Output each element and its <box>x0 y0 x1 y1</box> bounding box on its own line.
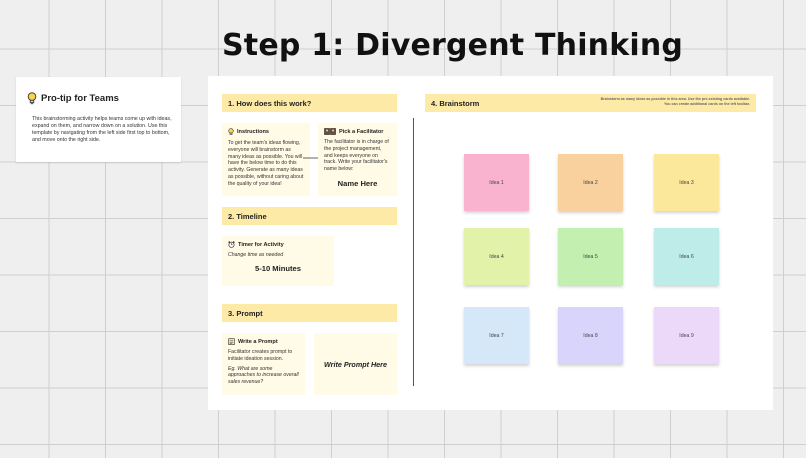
sticky-note-label: Idea 6 <box>679 253 694 260</box>
sticky-note-label: Idea 4 <box>489 253 504 260</box>
timer-card[interactable]: Timer for Activity Change time as needed… <box>222 236 334 286</box>
facilitator-card[interactable]: Pick a Facilitator The facilitator is in… <box>318 123 397 196</box>
prompt-header[interactable]: 3. Prompt <box>222 304 397 322</box>
write-prompt-card[interactable]: Write a Prompt Facilitator creates promp… <box>222 333 305 395</box>
lightbulb-icon <box>228 128 234 135</box>
how-it-works-header[interactable]: 1. How does this work? <box>222 94 397 112</box>
sticky-note-label: Idea 9 <box>679 332 694 339</box>
sticky-note-label: Idea 5 <box>583 253 598 260</box>
pro-tip-title: Pro-tip for Teams <box>41 93 119 104</box>
timeline-header[interactable]: 2. Timeline <box>222 207 397 225</box>
facilitator-title: Pick a Facilitator <box>339 128 384 135</box>
write-prompt-example: Eg. What are some approaches to increase… <box>228 365 299 386</box>
sticky-note[interactable]: Idea 5 <box>558 228 623 285</box>
sticky-note-label: Idea 1 <box>489 179 504 186</box>
prompt-input-card[interactable]: Write Prompt Here <box>314 333 397 395</box>
brainstorm-header[interactable]: 4. Brainstorm Brainstorm as many ideas a… <box>425 94 756 112</box>
brainstorm-hint: Brainstorm as many ideas as possible in … <box>600 97 750 106</box>
facilitator-text: The facilitator is in charge of the proj… <box>324 139 389 173</box>
pro-tip-card[interactable]: Pro-tip for Teams This brainstorming act… <box>16 77 181 162</box>
timer-value[interactable]: 5-10 Minutes <box>228 264 328 273</box>
sticky-note[interactable]: Idea 9 <box>654 307 719 364</box>
write-prompt-title: Write a Prompt <box>238 338 278 345</box>
sticky-note[interactable]: Idea 6 <box>654 228 719 285</box>
page-title: Step 1: Divergent Thinking <box>222 28 684 63</box>
sticky-note[interactable]: Idea 4 <box>464 228 529 285</box>
sticky-note-label: Idea 8 <box>583 332 598 339</box>
sticky-note[interactable]: Idea 1 <box>464 154 529 211</box>
sticky-note[interactable]: Idea 8 <box>558 307 623 364</box>
people-icon <box>324 128 336 135</box>
lightbulb-icon <box>27 92 37 105</box>
template-board[interactable]: 1. How does this work? Instructions To g… <box>208 76 773 410</box>
write-prompt-text: Facilitator creates prompt to initiate i… <box>228 349 293 362</box>
timer-title: Timer for Activity <box>238 241 284 248</box>
instructions-text: To get the team's ideas flowing, everyon… <box>228 140 304 187</box>
sticky-note[interactable]: Idea 7 <box>464 307 529 364</box>
instructions-title: Instructions <box>237 129 270 135</box>
section-divider <box>413 118 414 386</box>
sticky-note[interactable]: Idea 3 <box>654 154 719 211</box>
sticky-note-label: Idea 3 <box>679 179 694 186</box>
sticky-note[interactable]: Idea 2 <box>558 154 623 211</box>
facilitator-name-field[interactable]: Name Here <box>324 179 391 188</box>
instructions-card[interactable]: Instructions To get the team's ideas flo… <box>222 123 310 196</box>
notepad-icon <box>228 338 235 345</box>
alarm-clock-icon <box>228 241 235 248</box>
prompt-placeholder[interactable]: Write Prompt Here <box>324 360 387 369</box>
sticky-note-label: Idea 7 <box>489 332 504 339</box>
timer-note: Change time as needed <box>228 252 284 258</box>
pro-tip-body: This brainstorming activity helps teams … <box>32 116 172 143</box>
brainstorm-title: 4. Brainstorm <box>431 98 480 108</box>
sticky-note-label: Idea 2 <box>583 179 598 186</box>
